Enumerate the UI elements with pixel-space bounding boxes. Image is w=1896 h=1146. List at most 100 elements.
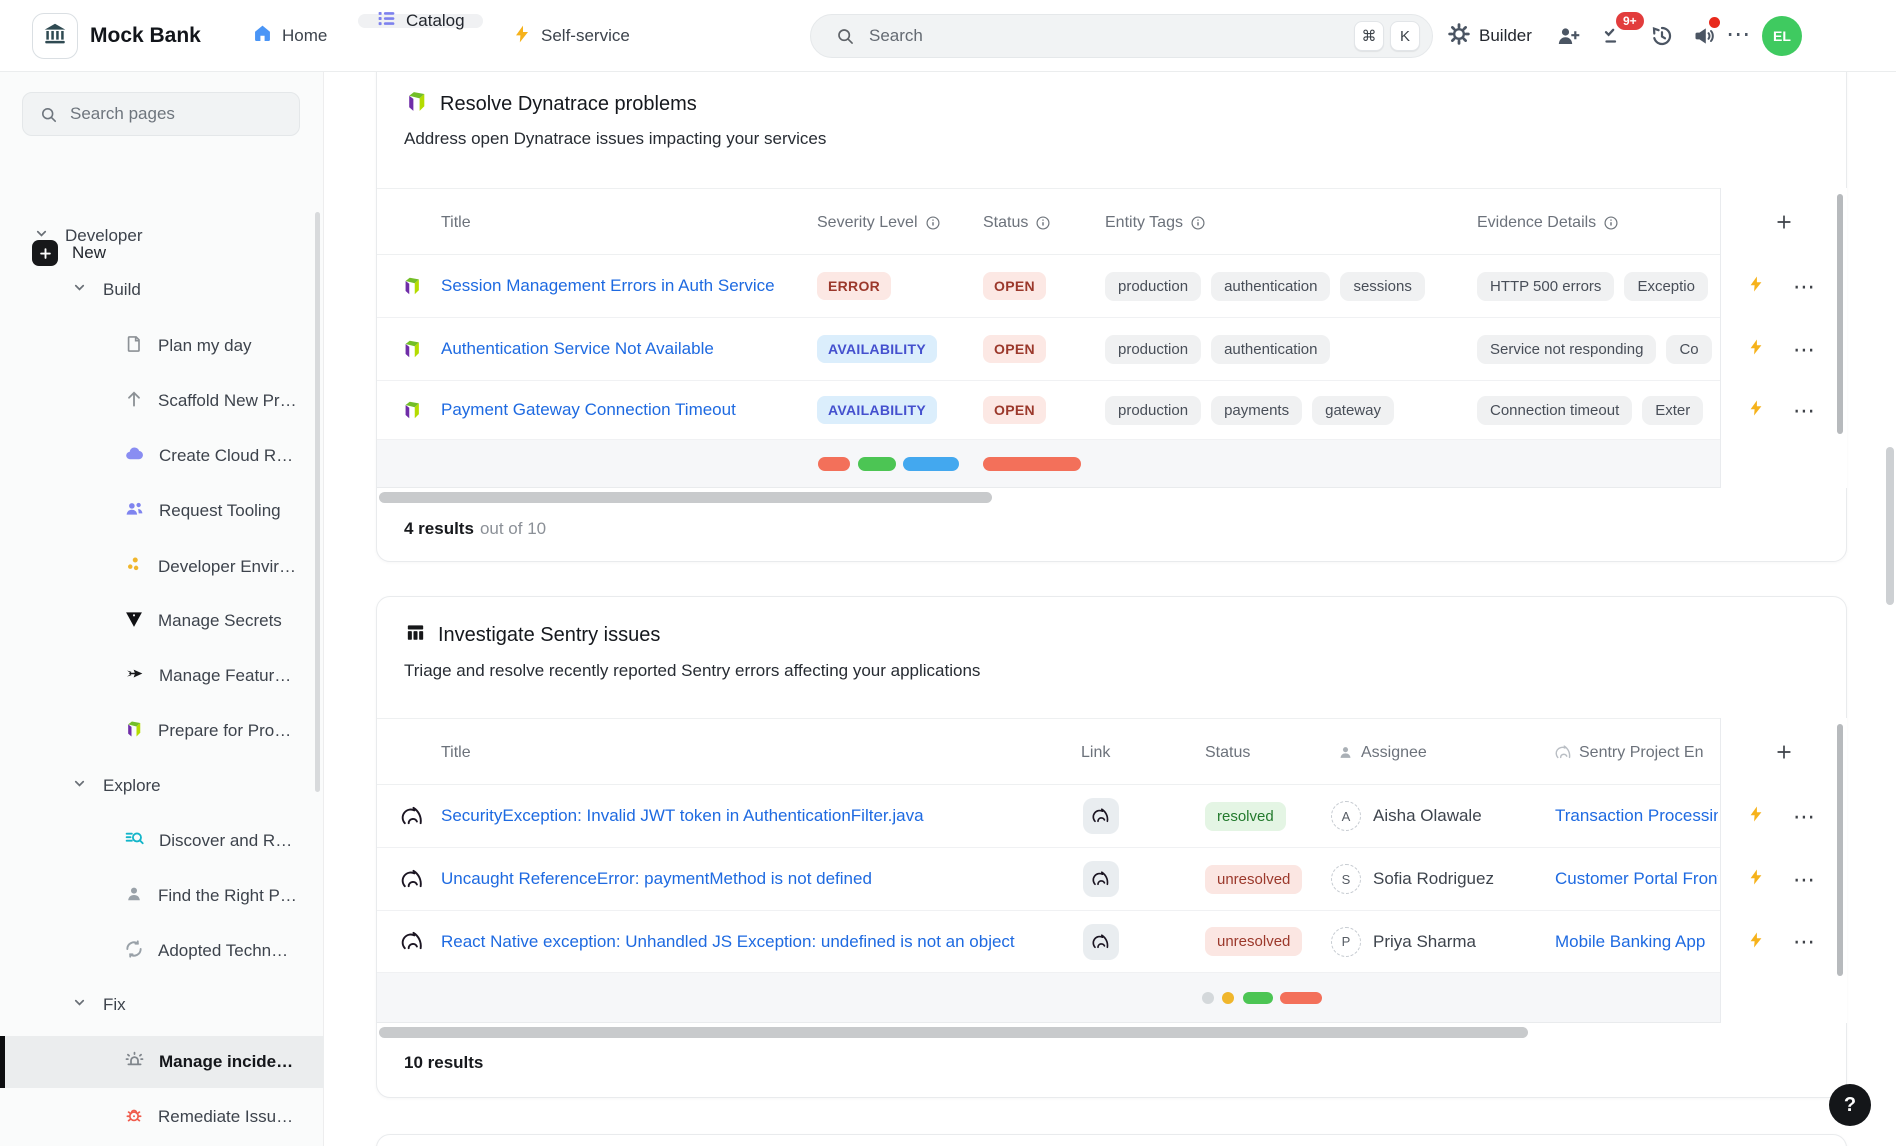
run-action-icon[interactable] (1747, 399, 1765, 422)
row-menu-icon[interactable]: ⋯ (1793, 929, 1816, 955)
sidebar-group-fix[interactable]: Fix (0, 983, 324, 1027)
person-icon (124, 884, 144, 909)
assignee-name: Sofia Rodriguez (1373, 869, 1494, 889)
run-action-icon[interactable] (1747, 868, 1765, 891)
loading-row (377, 973, 1846, 1023)
entity-tags: production payments gateway (1105, 381, 1477, 439)
dynatrace-icon (124, 719, 144, 744)
sidebar-item-manage-incidents[interactable]: Manage incide… (0, 1036, 324, 1088)
row-menu-icon[interactable]: ⋯ (1793, 867, 1816, 893)
info-icon[interactable] (925, 215, 941, 231)
row-menu-icon[interactable]: ⋯ (1793, 274, 1816, 300)
assignee-name: Priya Sharma (1373, 932, 1476, 952)
row-title-link[interactable]: Authentication Service Not Available (441, 339, 714, 359)
sidebar-item-create-cloud[interactable]: Create Cloud R… (0, 434, 324, 478)
info-icon[interactable] (1035, 215, 1051, 231)
project-link[interactable]: Customer Portal Front (1555, 869, 1718, 889)
sidebar-item-request-tooling[interactable]: Request Tooling (0, 489, 324, 533)
brand-logo[interactable] (32, 13, 78, 59)
help-button[interactable]: ? (1829, 1084, 1871, 1126)
tag-chip: production (1105, 335, 1201, 364)
sidebar-item-manage-features[interactable]: Manage Featur… (0, 654, 324, 698)
sidebar-item-scaffold-new[interactable]: Scaffold New Pr… (0, 379, 324, 423)
sidebar-item-find-person[interactable]: Find the Right P… (0, 874, 324, 918)
row-menu-icon[interactable]: ⋯ (1793, 337, 1816, 363)
status-badge: OPEN (983, 335, 1046, 363)
horizontal-scrollbar[interactable] (379, 1027, 1528, 1038)
brand-name[interactable]: Mock Bank (90, 0, 201, 72)
sidebar-item-manage-secrets[interactable]: Manage Secrets (0, 599, 324, 643)
history-icon[interactable] (1650, 24, 1674, 48)
sidebar-group-build[interactable]: Build (0, 268, 324, 312)
page-scrollbar[interactable] (1886, 447, 1894, 605)
sidebar-item-prepare-production[interactable]: Prepare for Pro… (0, 709, 324, 753)
runs-audit-icon[interactable]: 9+ (1602, 24, 1626, 48)
tag-chip: production (1105, 272, 1201, 301)
info-icon[interactable] (1603, 215, 1619, 231)
evidence-chip: HTTP 500 errors (1477, 272, 1614, 301)
skeleton-pill (1222, 992, 1234, 1004)
sentry-card-title: Investigate Sentry issues (404, 621, 660, 650)
row-title-link[interactable]: Uncaught ReferenceError: paymentMethod i… (441, 869, 872, 889)
dynatrace-icon (401, 381, 423, 439)
table-icon (404, 621, 427, 650)
run-action-icon[interactable] (1747, 275, 1765, 298)
sidebar-group-explore[interactable]: Explore (0, 764, 324, 808)
global-search[interactable]: ⌘ K (810, 14, 1433, 58)
row-title-link[interactable]: SecurityException: Invalid JWT token in … (441, 806, 924, 826)
sidebar-group-developer[interactable]: Developer (0, 214, 324, 258)
info-icon[interactable] (1190, 215, 1206, 231)
sidebar-item-remediate-issues[interactable]: Remediate Issu… (0, 1095, 324, 1139)
avatar[interactable]: EL (1762, 16, 1802, 56)
global-search-input[interactable] (869, 26, 1354, 46)
builder-button[interactable]: Builder (1448, 14, 1532, 58)
sentry-link-button[interactable] (1083, 924, 1119, 960)
entity-tags: production authentication (1105, 318, 1477, 380)
row-title-link[interactable]: Session Management Errors in Auth Servic… (441, 276, 775, 296)
tag-chip: payments (1211, 396, 1302, 425)
sidebar-item-discover[interactable]: Discover and R… (0, 819, 324, 863)
sidebar-item-plan-my-day[interactable]: Plan my day (0, 324, 324, 368)
project-link[interactable]: Mobile Banking App (1555, 932, 1705, 952)
person-icon (1337, 744, 1354, 761)
more-menu-icon[interactable]: ⋯ (1726, 20, 1752, 49)
run-action-icon[interactable] (1747, 805, 1765, 828)
invite-user-icon[interactable] (1556, 24, 1580, 48)
sentry-icon (1092, 933, 1110, 951)
sentry-table-header: Title Link Status Assignee Sentry Projec… (377, 718, 1846, 785)
sidebar-scrollbar[interactable] (315, 212, 320, 792)
table-row: Session Management Errors in Auth Servic… (377, 255, 1846, 318)
tab-self-service[interactable]: Self-service (512, 14, 630, 58)
sentry-link-button[interactable] (1083, 798, 1119, 834)
sidebar-search-input[interactable] (70, 104, 299, 124)
announcements-icon[interactable] (1692, 24, 1716, 48)
evidence-chip: Exceptio (1624, 272, 1708, 301)
tag-chip: production (1105, 396, 1201, 425)
lightning-icon (512, 24, 532, 49)
tab-catalog[interactable]: Catalog (358, 14, 483, 28)
skeleton-pill (903, 457, 959, 471)
project-link[interactable]: Transaction Processin (1555, 806, 1718, 826)
tab-home[interactable]: Home (252, 14, 327, 58)
sidebar-item-adopted-tech[interactable]: Adopted Techn… (0, 929, 324, 973)
horizontal-scrollbar[interactable] (379, 492, 992, 503)
sentry-icon (401, 785, 424, 847)
row-menu-icon[interactable]: ⋯ (1793, 804, 1816, 830)
vertical-scrollbar[interactable] (1837, 194, 1843, 434)
col-title: Title (441, 719, 471, 786)
sidebar-search[interactable] (22, 92, 300, 136)
vertical-scrollbar[interactable] (1837, 724, 1843, 976)
col-severity: Severity Level (817, 189, 941, 256)
table-row: Payment Gateway Connection Timeout AVAIL… (377, 381, 1846, 440)
row-title-link[interactable]: React Native exception: Unhandled JS Exc… (441, 932, 1015, 952)
run-action-icon[interactable] (1747, 338, 1765, 361)
sentry-link-button[interactable] (1083, 861, 1119, 897)
sidebar-item-developer-environments[interactable]: Developer Envir… (0, 545, 324, 589)
chevron-down-icon (72, 995, 87, 1015)
add-column-button[interactable] (1721, 718, 1847, 785)
row-menu-icon[interactable]: ⋯ (1793, 398, 1816, 424)
run-action-icon[interactable] (1747, 931, 1765, 954)
add-column-button[interactable] (1721, 188, 1847, 255)
dynatrace-table-header: Title Severity Level Status Entity Tags … (377, 188, 1846, 255)
row-title-link[interactable]: Payment Gateway Connection Timeout (441, 400, 736, 420)
